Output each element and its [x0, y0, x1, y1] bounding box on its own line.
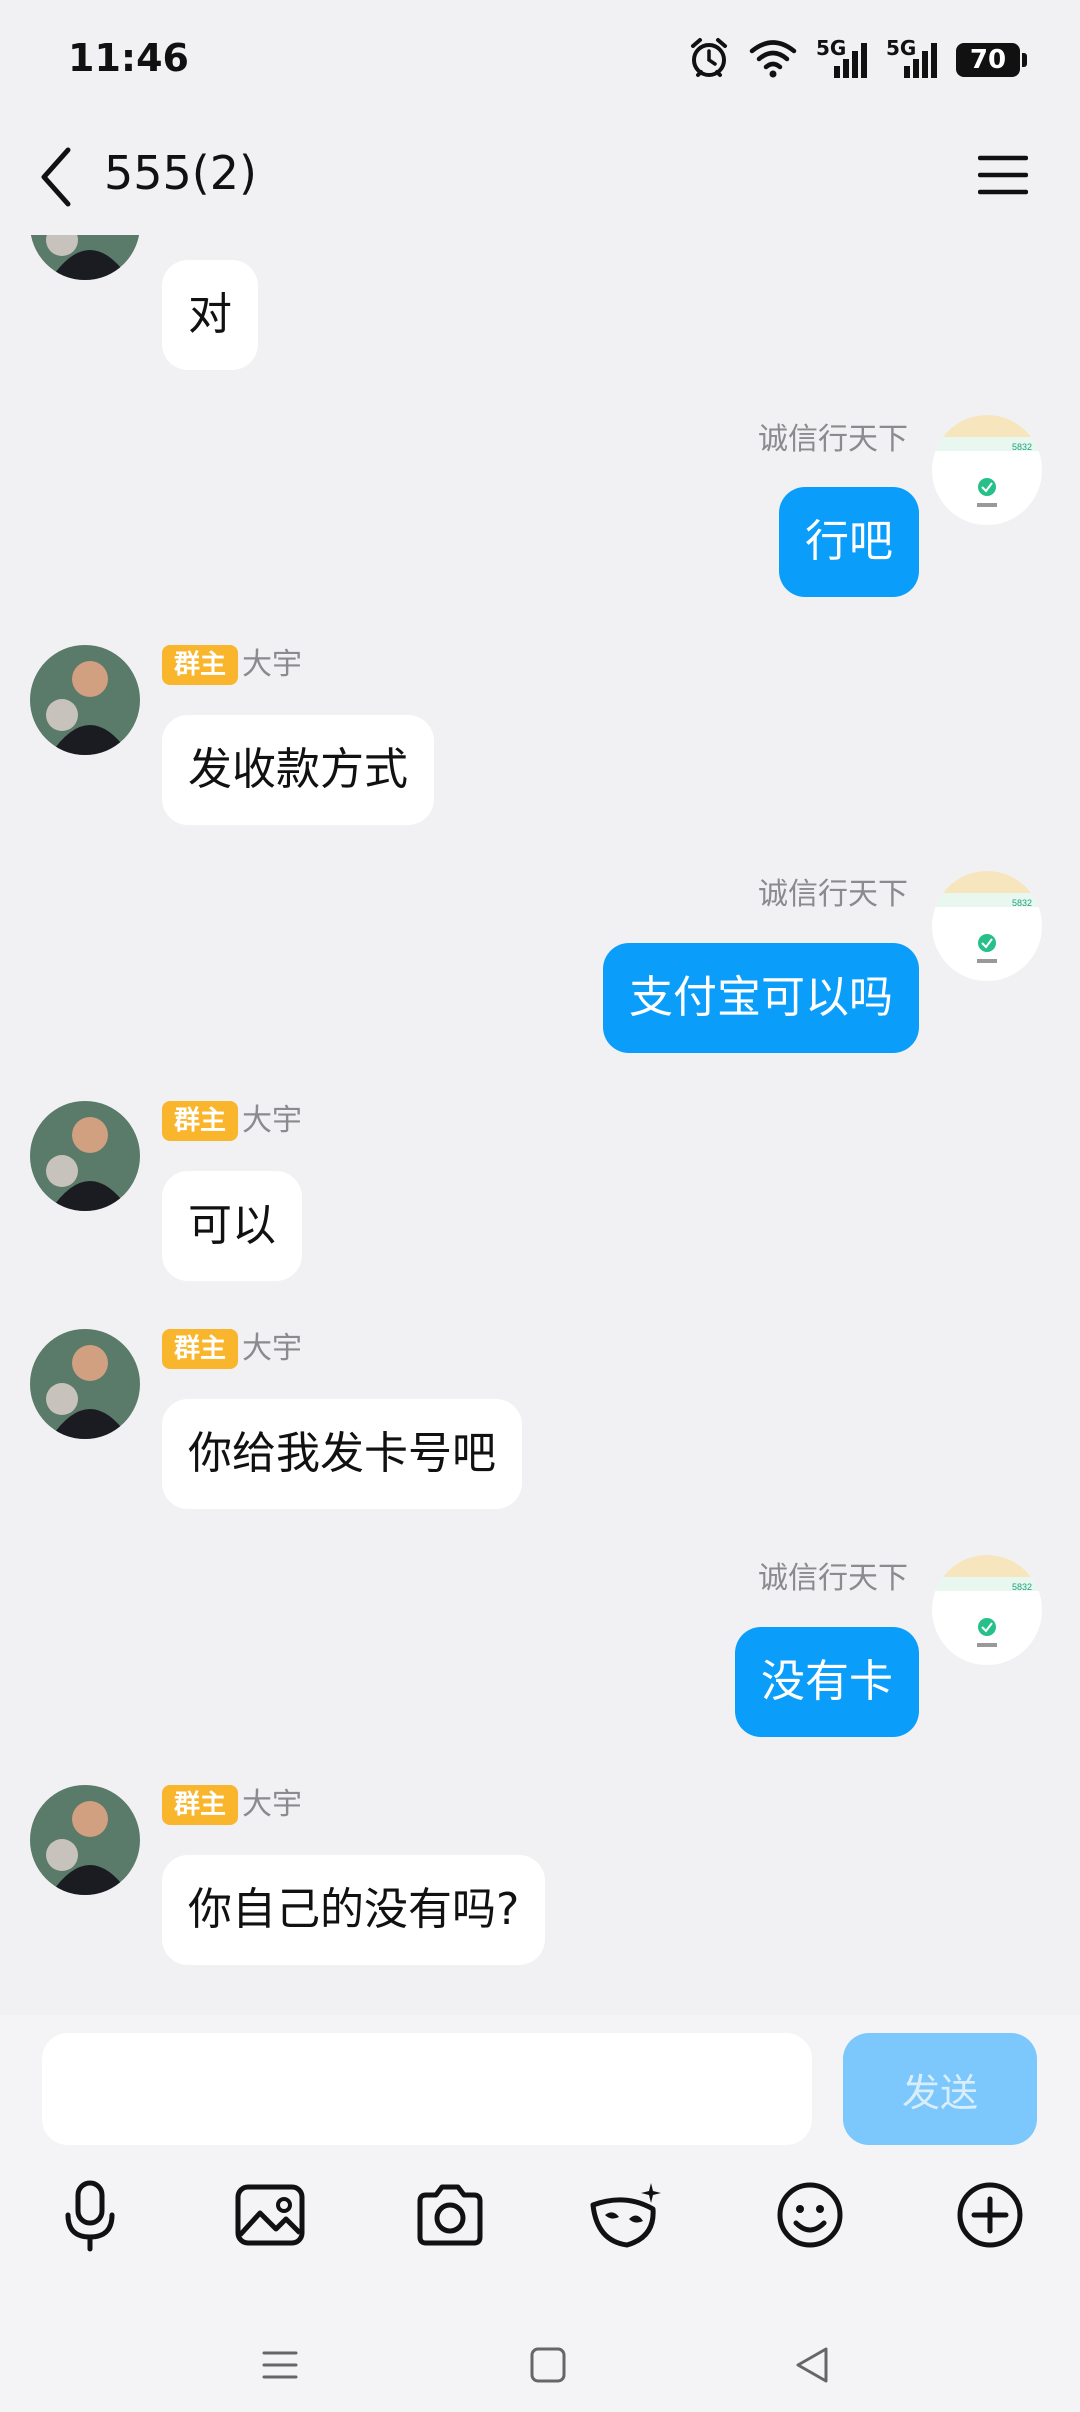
alarm-icon — [688, 37, 730, 83]
owner-badge: 群主 — [162, 1101, 239, 1141]
composer: 发送 — [0, 2015, 1080, 2412]
sender-name: 大宇 — [242, 1331, 302, 1366]
group-title[interactable]: 555(2) — [104, 146, 257, 200]
svg-text:5832: 5832 — [1012, 898, 1032, 908]
my-avatar[interactable]: 5832 — [932, 871, 1042, 981]
message-bubble[interactable]: 你给我发卡号吧 — [162, 1399, 522, 1509]
message-bubble[interactable]: 发收款方式 — [162, 715, 434, 825]
avatar[interactable] — [30, 235, 140, 280]
signal-1-icon: 5G — [816, 36, 868, 80]
owner-badge: 群主 — [162, 645, 239, 685]
my-avatar[interactable]: 5832 — [932, 1555, 1042, 1665]
sender-name: 大宇 — [242, 1787, 302, 1822]
mask-icon[interactable] — [585, 2175, 665, 2255]
wifi-icon — [748, 38, 798, 82]
sender-name: 大宇 — [242, 647, 302, 682]
status-icons: 5G 5G 70 — [688, 36, 1027, 84]
status-bar: 11:46 5G 5G 70 — [0, 0, 1080, 120]
avatar[interactable] — [30, 1785, 140, 1895]
message-bubble[interactable]: 行吧 — [779, 487, 919, 597]
message-bubble[interactable]: 支付宝可以吗 — [603, 943, 919, 1053]
recent-apps-icon[interactable] — [260, 2345, 300, 2385]
owner-badge: 群主 — [162, 1329, 239, 1369]
my-avatar[interactable]: 5832 — [932, 415, 1042, 525]
menu-button[interactable] — [977, 150, 1029, 200]
composer-toolbar — [0, 2165, 1080, 2275]
chevron-left-icon — [41, 147, 71, 207]
sender-name: 诚信行天下 — [758, 877, 908, 912]
sender-name: 诚信行天下 — [758, 422, 908, 457]
avatar[interactable] — [30, 1101, 140, 1211]
status-time: 11:46 — [68, 36, 189, 80]
sender-name: 诚信行天下 — [758, 1561, 908, 1596]
avatar[interactable] — [30, 1329, 140, 1439]
mic-icon[interactable] — [50, 2175, 130, 2255]
battery-icon: 70 — [956, 43, 1027, 77]
hamburger-icon — [977, 155, 1029, 195]
signal-2-icon: 5G — [886, 36, 938, 80]
camera-icon[interactable] — [410, 2175, 490, 2255]
chat-header: 555(2) — [0, 120, 1080, 235]
emoji-icon[interactable] — [770, 2175, 850, 2255]
sender-name: 大宇 — [242, 1103, 302, 1138]
svg-text:5832: 5832 — [1012, 442, 1032, 452]
message-bubble[interactable]: 你自己的没有吗? — [162, 1855, 546, 1965]
back-button[interactable] — [36, 142, 76, 212]
message-bubble[interactable]: 可以 — [162, 1171, 302, 1281]
owner-badge: 群主 — [162, 1785, 239, 1825]
system-nav-bar — [0, 2315, 1080, 2412]
svg-text:5832: 5832 — [1012, 1582, 1032, 1592]
message-bubble[interactable]: 对 — [162, 260, 258, 370]
home-icon[interactable] — [528, 2345, 568, 2385]
back-nav-icon[interactable] — [792, 2345, 832, 2385]
avatar[interactable] — [30, 645, 140, 755]
plus-icon[interactable] — [950, 2175, 1030, 2255]
message-bubble[interactable]: 没有卡 — [735, 1627, 919, 1737]
message-list[interactable]: 对 诚信行天下 行吧 5832 群主 大宇 发收款方式 诚信行天下 支付宝可以吗… — [0, 235, 1080, 2015]
send-button[interactable]: 发送 — [843, 2033, 1037, 2145]
message-input[interactable] — [42, 2033, 812, 2145]
image-icon[interactable] — [230, 2175, 310, 2255]
